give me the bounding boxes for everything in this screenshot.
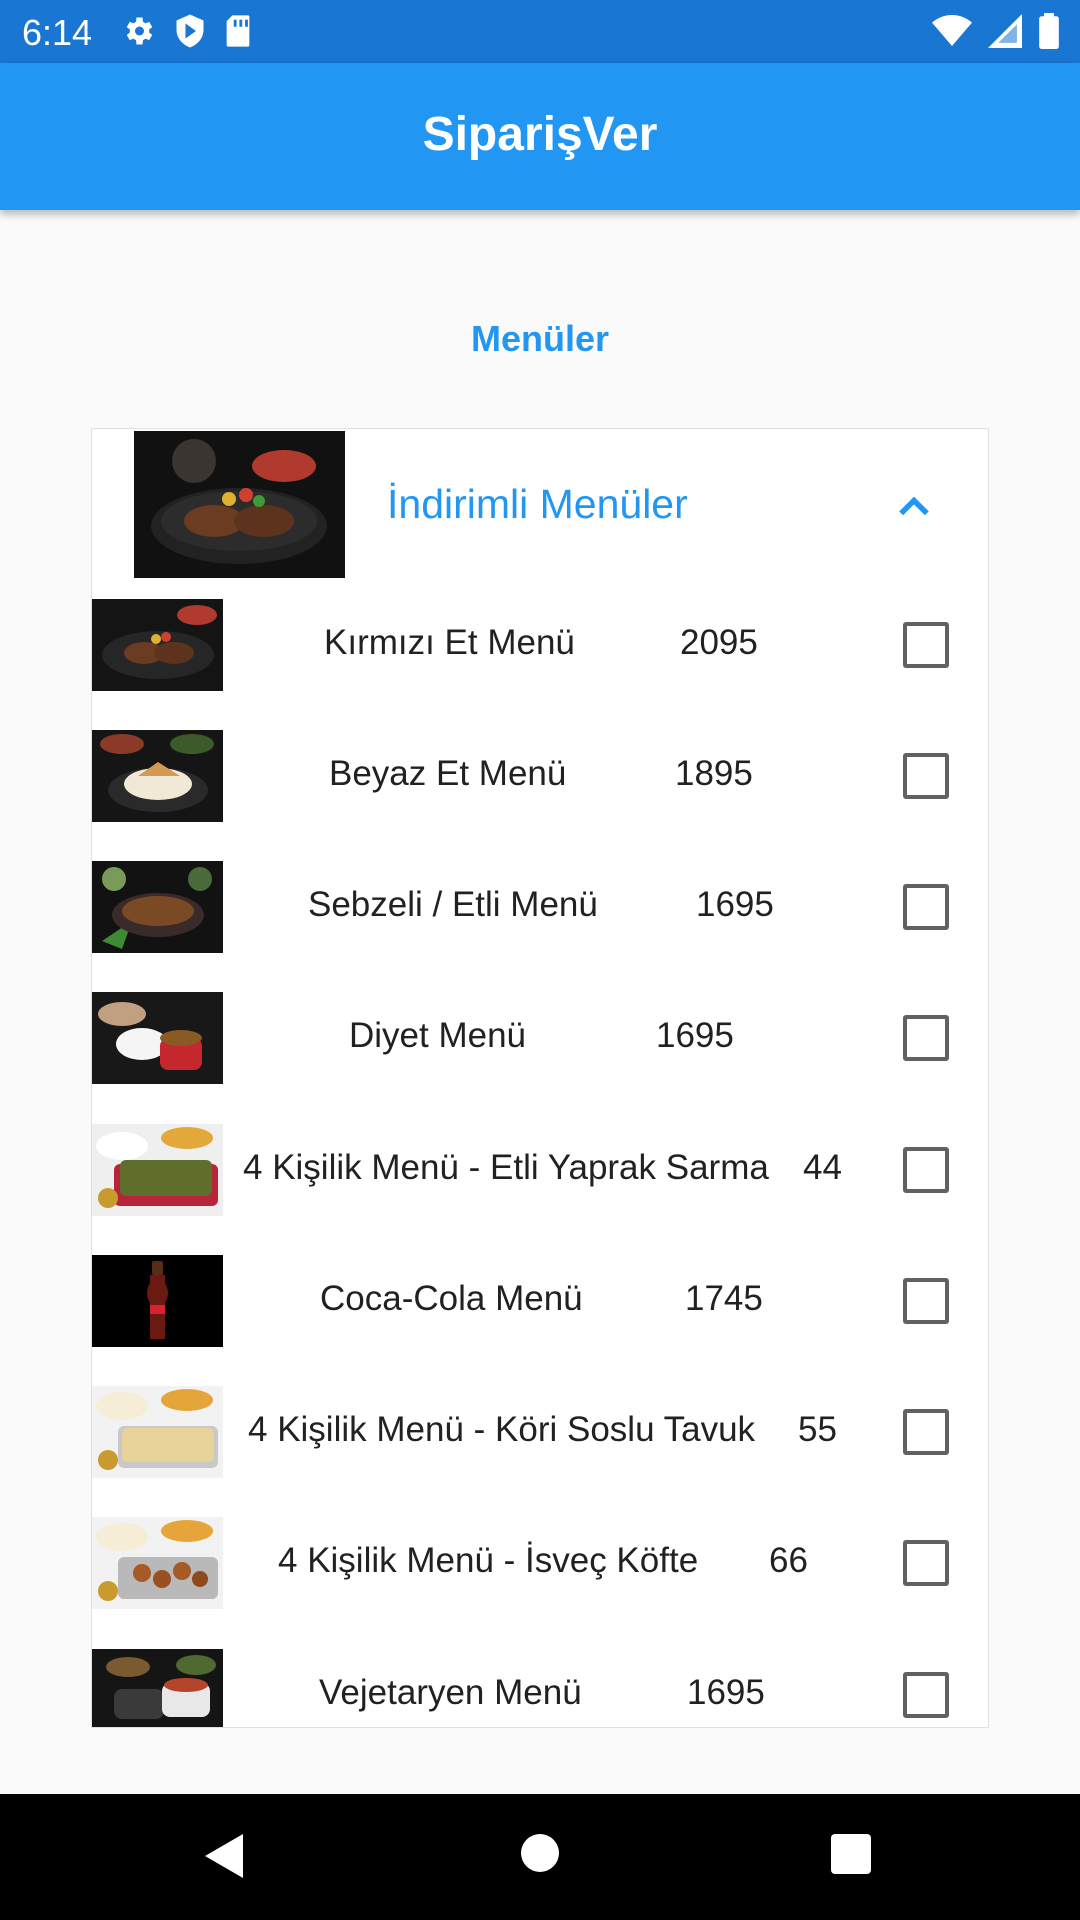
sd-card-icon bbox=[226, 15, 250, 47]
list-item[interactable]: Diyet Menü 1695 bbox=[92, 992, 988, 1084]
item-thumbnail bbox=[92, 1517, 223, 1609]
menu-card: İndirimli Menüler Kırmızı Et Menü 2095 B… bbox=[91, 428, 989, 1728]
item-thumbnail bbox=[92, 730, 223, 822]
list-item[interactable]: 4 Kişilik Menü - İsveç Köfte 66 bbox=[92, 1517, 988, 1609]
shield-play-icon bbox=[176, 14, 204, 48]
list-item[interactable]: 4 Kişilik Menü - Etli Yaprak Sarma 44 bbox=[92, 1124, 988, 1216]
status-time: 6:14 bbox=[22, 12, 93, 53]
item-thumbnail bbox=[92, 861, 223, 953]
wifi-icon bbox=[932, 15, 972, 46]
item-price: 1695 bbox=[687, 1673, 765, 1712]
item-label: Diyet Menü bbox=[349, 1016, 527, 1055]
group-title: İndirimli Menüler bbox=[387, 481, 688, 527]
app-bar: SiparişVer bbox=[0, 63, 1080, 210]
item-label: Beyaz Et Menü bbox=[329, 754, 567, 793]
item-label: 4 Kişilik Menü - İsveç Köfte bbox=[278, 1541, 699, 1580]
group-image bbox=[134, 431, 345, 578]
item-thumbnail bbox=[92, 1255, 223, 1347]
item-thumbnail bbox=[92, 599, 223, 691]
item-price: 1895 bbox=[675, 754, 753, 793]
item-checkbox[interactable] bbox=[903, 884, 949, 930]
section-title: Menüler bbox=[470, 318, 610, 359]
gear-icon bbox=[126, 17, 153, 45]
item-checkbox[interactable] bbox=[903, 1409, 949, 1455]
nav-bar bbox=[0, 1794, 1080, 1920]
item-label: Vejetaryen Menü bbox=[319, 1673, 582, 1712]
item-thumbnail bbox=[92, 992, 223, 1084]
recents-icon[interactable] bbox=[831, 1834, 871, 1874]
status-bar: 6:14 bbox=[0, 0, 1080, 63]
signal-icon bbox=[988, 14, 1022, 48]
item-checkbox[interactable] bbox=[903, 622, 949, 668]
item-label: 4 Kişilik Menü - Etli Yaprak Sarma bbox=[243, 1148, 769, 1187]
status-left-icons bbox=[120, 13, 252, 49]
group-header[interactable]: İndirimli Menüler bbox=[92, 429, 988, 579]
list-item[interactable]: Kırmızı Et Menü 2095 bbox=[92, 599, 988, 691]
list-item[interactable]: Vejetaryen Menü 1695 bbox=[92, 1649, 988, 1727]
list-item[interactable]: Sebzeli / Etli Menü 1695 bbox=[92, 861, 988, 953]
item-checkbox[interactable] bbox=[903, 1147, 949, 1193]
chevron-up-icon[interactable] bbox=[892, 484, 936, 528]
app-title: SiparişVer bbox=[422, 108, 658, 161]
item-price: 1695 bbox=[696, 885, 774, 924]
home-icon[interactable] bbox=[521, 1834, 559, 1872]
item-checkbox[interactable] bbox=[903, 1278, 949, 1324]
item-label: 4 Kişilik Menü - Köri Soslu Tavuk bbox=[248, 1410, 756, 1449]
item-thumbnail bbox=[92, 1386, 223, 1478]
item-price: 1745 bbox=[685, 1279, 763, 1318]
battery-icon bbox=[1039, 13, 1059, 49]
item-thumbnail bbox=[92, 1649, 223, 1727]
item-label: Coca-Cola Menü bbox=[320, 1279, 583, 1318]
back-icon[interactable] bbox=[205, 1834, 245, 1878]
item-label: Sebzeli / Etli Menü bbox=[308, 885, 598, 924]
item-checkbox[interactable] bbox=[903, 1540, 949, 1586]
item-price: 66 bbox=[769, 1541, 808, 1580]
item-price: 55 bbox=[798, 1410, 837, 1449]
item-checkbox[interactable] bbox=[903, 1015, 949, 1061]
item-checkbox[interactable] bbox=[903, 753, 949, 799]
item-checkbox[interactable] bbox=[903, 1672, 949, 1718]
item-price: 1695 bbox=[656, 1016, 734, 1055]
list-item[interactable]: Beyaz Et Menü 1895 bbox=[92, 730, 988, 822]
list-item[interactable]: Coca-Cola Menü 1745 bbox=[92, 1255, 988, 1347]
status-right-icons bbox=[932, 13, 1060, 49]
item-thumbnail bbox=[92, 1124, 223, 1216]
item-price: 44 bbox=[803, 1148, 842, 1187]
item-label: Kırmızı Et Menü bbox=[324, 623, 575, 662]
item-price: 2095 bbox=[680, 623, 758, 662]
list-item[interactable]: 4 Kişilik Menü - Köri Soslu Tavuk 55 bbox=[92, 1386, 988, 1478]
